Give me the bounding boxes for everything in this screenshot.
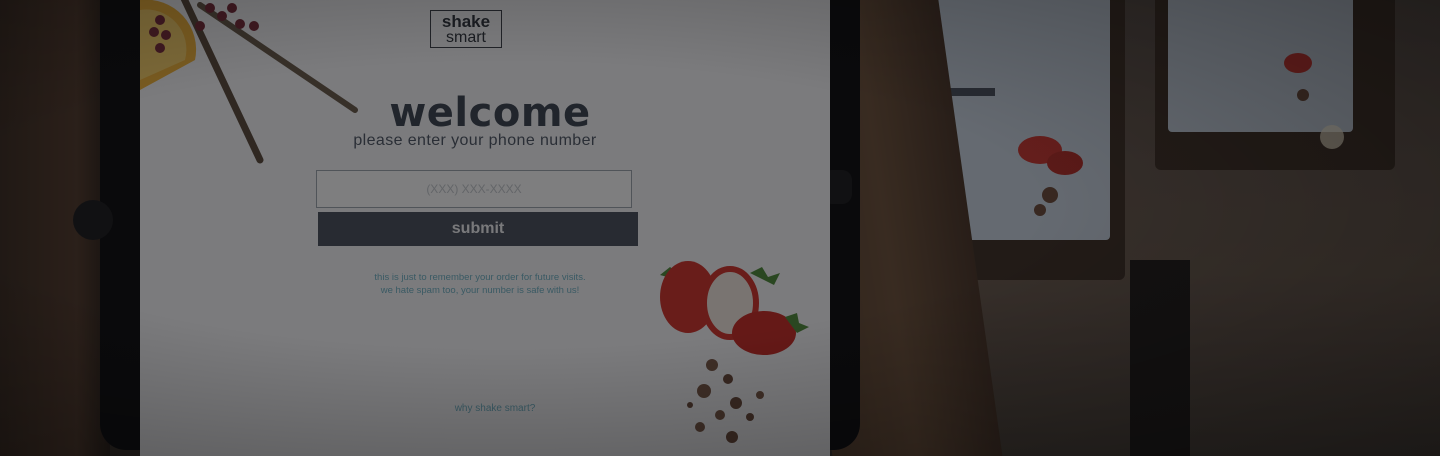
phone-number-input[interactable]: (XXX) XXX-XXXX: [316, 170, 632, 208]
background-strawberry-icon: [1284, 53, 1312, 101]
submit-button[interactable]: submit: [318, 212, 638, 246]
strawberry-icon: [660, 261, 809, 443]
privacy-note-line2: we hate spam too, your number is safe wi…: [380, 285, 580, 296]
background-kiosk-screen: [1168, 0, 1353, 132]
kiosk-screen: shake smart welcome please enter your ph…: [140, 0, 830, 456]
why-shake-smart-link[interactable]: why shake smart?: [440, 403, 550, 414]
logo-line1: shake: [441, 12, 491, 31]
privacy-note-line1: this is just to remember your order for …: [374, 272, 586, 283]
berry-branch-icon: [180, 0, 264, 164]
background-strawberry-icon: [1018, 136, 1083, 216]
chocolate-crumbs-icon: [687, 359, 764, 443]
background-kiosk-pole: [1130, 260, 1190, 456]
shake-smart-logo: shake smart: [430, 10, 502, 48]
kiosk-photo: shake smart welcome please enter your ph…: [0, 0, 1440, 456]
logo-line2: smart: [446, 29, 486, 46]
welcome-title: welcome: [389, 90, 591, 136]
camera-icon: [73, 200, 113, 240]
welcome-subtitle: please enter your phone number: [353, 132, 597, 149]
light-glare: [1320, 125, 1344, 149]
